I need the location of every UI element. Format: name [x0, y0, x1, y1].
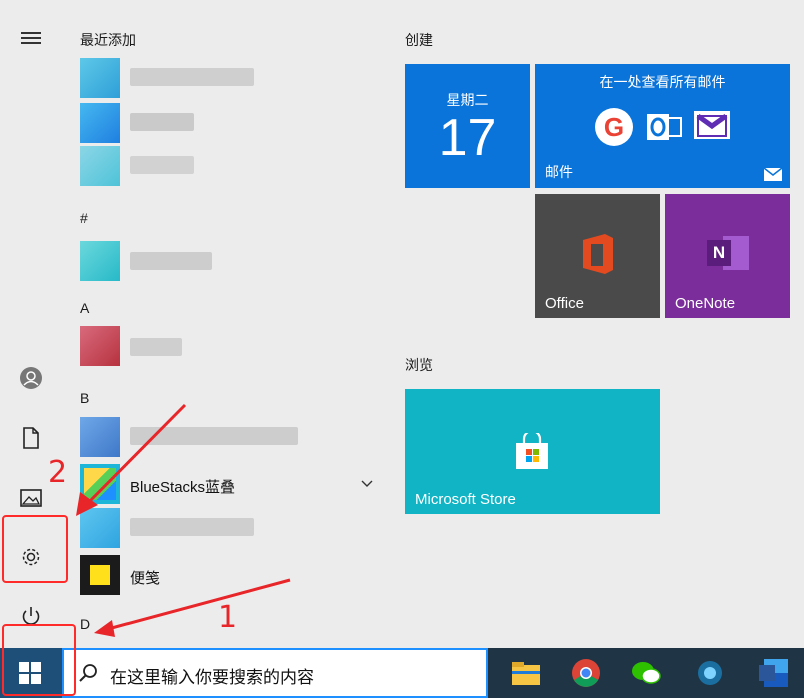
arrow-head-start: [94, 620, 115, 637]
arrow-to-start: [107, 578, 291, 631]
annotation-arrows: [76, 403, 291, 637]
arrow-to-settings: [84, 403, 187, 507]
